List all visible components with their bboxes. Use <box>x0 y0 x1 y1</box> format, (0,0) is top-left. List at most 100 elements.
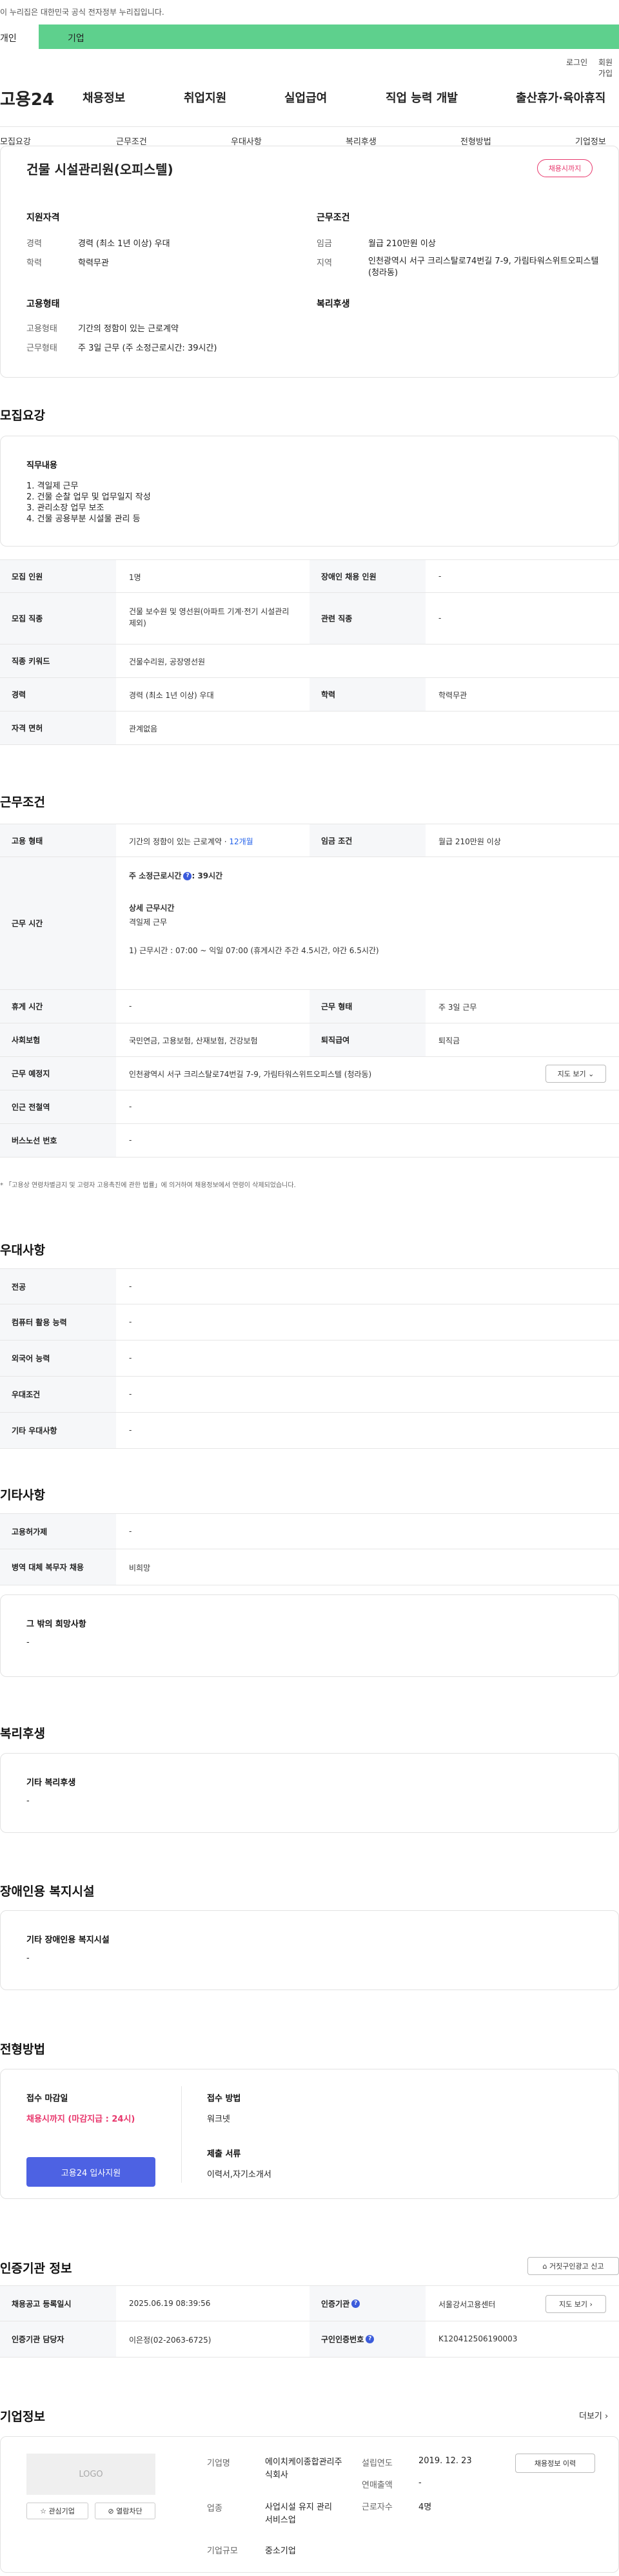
row-header: 병역 대체 복무자 채용 <box>0 1549 116 1585</box>
row-header: 고용 형태 <box>0 824 116 857</box>
wage-value: 월급 210만원 이상 <box>368 239 436 249</box>
row-value: 2025.06.19 08:39:56 <box>129 2299 211 2308</box>
other-wish-value: - <box>26 1638 30 1647</box>
row-value: - <box>129 1102 132 1111</box>
work-heading: 근무조건 <box>0 795 45 809</box>
gnb-jobs[interactable]: 채용정보 <box>83 89 125 106</box>
row-value: 관계없음 <box>129 724 158 733</box>
welfare-card-title: 기타 복리후생 <box>26 1778 76 1788</box>
industry-value: 사업시설 유지 관리 서비스업 <box>265 2503 332 2525</box>
row-value: K120412506190003 <box>438 2334 518 2343</box>
gnb-unemployment-benefit[interactable]: 실업급여 <box>284 89 327 106</box>
table-row: 병역 대체 복무자 채용 비희망 <box>0 1549 619 1585</box>
table-row: 인근 전철역 - <box>0 1090 619 1124</box>
user-tab-label: 개인 <box>0 34 17 44</box>
join-link[interactable]: 회원가입 <box>598 57 619 79</box>
row-header: 인근 전철역 <box>0 1090 116 1123</box>
founded-label: 설립연도 <box>362 2459 393 2468</box>
block-label: 열람차단 <box>116 2507 142 2515</box>
row-header: 직종 키워드 <box>0 644 116 677</box>
agency-map-button[interactable]: 지도 보기 › <box>545 2295 606 2313</box>
row-value: - <box>129 1136 132 1145</box>
deadline-title: 접수 마감일 <box>26 2094 68 2104</box>
deadline-badge: 채용시까지 <box>537 159 593 177</box>
info-icon[interactable]: ? <box>183 872 192 880</box>
table-row: 근무 시간 주 소정근로시간?: 39시간 상세 근무시간 격일제 근무 1) … <box>0 857 619 990</box>
info-icon[interactable]: ? <box>366 2335 375 2343</box>
row-header: 임금 조건 <box>310 824 426 857</box>
size-value: 중소기업 <box>265 2546 296 2556</box>
row-header: 관련 직종 <box>310 593 426 644</box>
fav-button[interactable]: ☆ 관심기업 <box>26 2503 88 2519</box>
duty-card: 직무내용 1. 격일제 근무 2. 건물 순찰 업무 및 업무일지 작성 3. … <box>0 436 619 547</box>
detail-time: 1) 근무시간 : 07:00 ~ 익일 07:00 (휴게시간 주간 4.5시… <box>129 946 379 955</box>
jobs-history-button[interactable]: 채용정보 이력 <box>515 2454 595 2473</box>
row-value: 퇴직금 <box>438 1036 460 1045</box>
process-heading: 전형방법 <box>0 2042 45 2057</box>
row-header: 근무 형태 <box>310 990 426 1023</box>
biz-tab[interactable]: 기업 <box>39 24 619 49</box>
apply-button[interactable]: 고용24 입사지원 <box>26 2157 155 2187</box>
gnb-parental-leave[interactable]: 출산휴가·육아휴직 <box>516 89 605 106</box>
company-name-label: 기업명 <box>207 2459 230 2468</box>
disabled-card: 기타 장애인용 복지시설 - <box>0 1910 619 1990</box>
table-row: 자격 면허 관계없음 <box>0 712 619 745</box>
table-row: 모집 인원 1명 장애인 채용 인원 - <box>0 559 619 593</box>
table-row: 고용허가제 - <box>0 1513 619 1549</box>
other-wish-title: 그 밖의 희망사항 <box>26 1620 86 1629</box>
emp-type-text: 기간의 정함이 있는 근로계약 · <box>129 837 230 846</box>
gnb-vocational-training[interactable]: 직업 능력 개발 <box>386 89 458 106</box>
region-label: 지역 <box>317 258 332 268</box>
agency-heading: 인증기관 정보 <box>0 2261 72 2276</box>
row-header: 학력 <box>310 678 426 711</box>
table-row: 인증기관 담당자 이은정(02-2063-6725) 구인인증번호? K1204… <box>0 2321 619 2358</box>
row-value: 건물 보수원 및 영선원(아파트 기계·전기 시설관리 제외) <box>129 607 290 628</box>
report-button[interactable]: ⌂ 거짓구인광고 신고 <box>527 2257 619 2275</box>
chevron-right-icon: › <box>589 2300 593 2309</box>
row-value: - <box>129 1353 132 1362</box>
method-title: 접수 방법 <box>207 2094 241 2104</box>
emp-type-label: 고용형태 <box>26 324 57 334</box>
site-logo[interactable]: 고용24 <box>0 86 54 110</box>
method-value: 워크넷 <box>207 2115 230 2124</box>
sales-label: 연매출액 <box>362 2481 393 2490</box>
num-th-label: 구인인증번호 <box>321 2335 364 2344</box>
divider <box>181 2086 182 2183</box>
row-header: 사회보험 <box>0 1023 116 1056</box>
table-row: 근무 예정지 인천광역시 서구 크리스탈로74번길 7-9, 가림타워스위트오피… <box>0 1057 619 1090</box>
sales-value: - <box>418 2478 422 2488</box>
welfare-card-value: - <box>26 1796 30 1806</box>
row-header: 컴퓨터 활용 능력 <box>0 1304 116 1340</box>
user-tab[interactable]: 개인 <box>0 24 39 49</box>
row-value: - <box>129 1390 132 1399</box>
chevron-right-icon: › <box>605 2412 609 2421</box>
report-button-label: 거짓구인광고 신고 <box>549 2262 604 2271</box>
row-header: 기타 우대사항 <box>0 1413 116 1448</box>
job-title: 건물 시설관리원(오피스텔) <box>26 162 173 177</box>
edu-value: 학력무관 <box>78 258 109 268</box>
map-button[interactable]: 지도 보기 ⌄ <box>545 1065 606 1083</box>
week-hours-label: 주 소정근로시간 <box>129 871 182 880</box>
row-value: 경력 (최소 1년 이상) 우대 <box>129 691 214 700</box>
block-button[interactable]: ⊘ 열람차단 <box>95 2503 155 2519</box>
gnb-employment-support[interactable]: 취업지원 <box>184 89 226 106</box>
welfare-heading: 복리후생 <box>0 1727 45 1741</box>
work-value: 주 3일 근무 (주 소정근로시간: 39시간) <box>78 344 217 353</box>
row-header: 구인인증번호? <box>310 2321 426 2357</box>
row-value: - <box>129 1002 132 1011</box>
login-link[interactable]: 로그인 <box>566 57 587 68</box>
table-row: 채용공고 등록일시 2025.06.19 08:39:56 인증기관? 서울강서… <box>0 2285 619 2321</box>
biz-tab-label: 기업 <box>68 34 84 44</box>
more-label: 더보기 <box>579 2412 602 2421</box>
more-link[interactable]: 더보기 › <box>579 2409 608 2421</box>
row-header: 외국어 능력 <box>0 1341 116 1376</box>
row-value: - <box>438 572 442 581</box>
info-icon[interactable]: ? <box>351 2299 360 2308</box>
table-row: 외국어 능력 - <box>0 1341 619 1377</box>
industry-label: 업종 <box>207 2504 222 2513</box>
star-icon: ☆ <box>40 2506 46 2515</box>
gov-notice-text: 이 누리집은 대한민국 공식 전자정부 누리집입니다. <box>0 8 164 17</box>
detail-label: 상세 근무시간 <box>129 904 175 913</box>
map-button-label: 지도 보기 <box>557 1070 586 1078</box>
etc-heading: 기타사항 <box>0 1488 45 1502</box>
